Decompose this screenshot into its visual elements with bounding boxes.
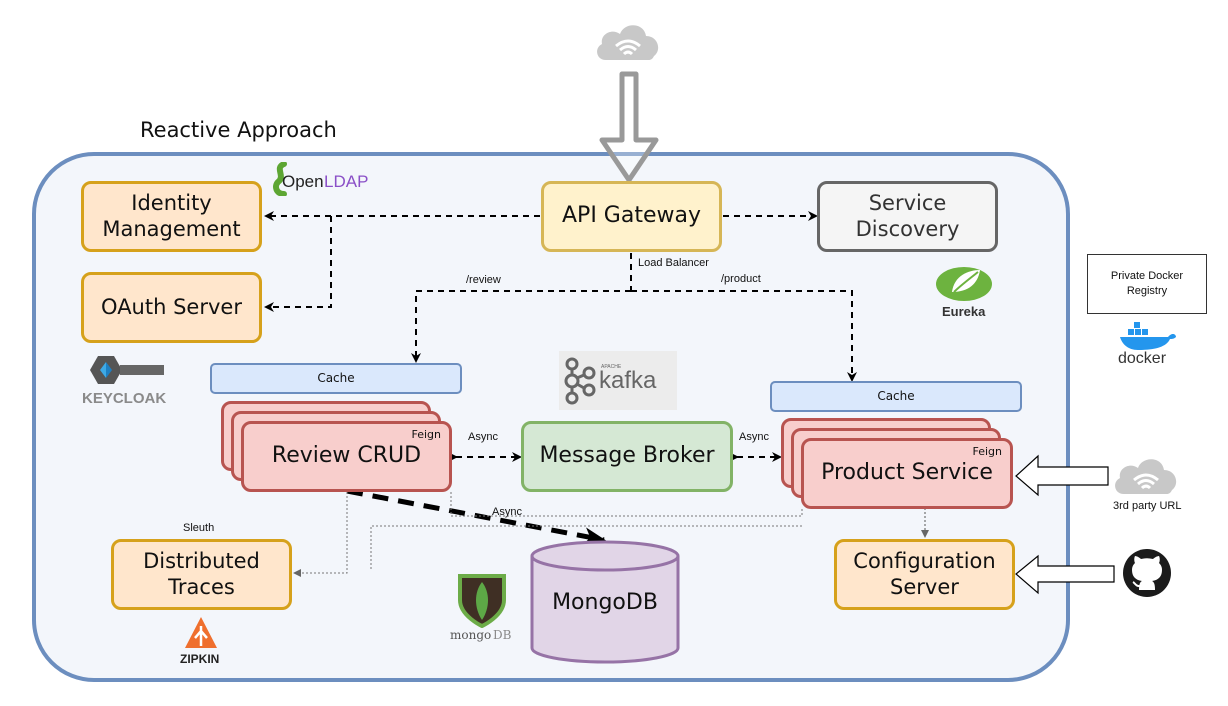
edge-github-config	[1015, 554, 1115, 595]
edge-review-traces	[293, 492, 348, 577]
keycloak-key-icon	[90, 356, 164, 384]
keycloak-logo: KEYCLOAK	[82, 352, 172, 412]
api-gateway-node[interactable]: API Gateway	[541, 181, 722, 252]
edge-thirdparty-product	[1015, 454, 1109, 497]
mongodb-leaf-icon	[458, 574, 506, 628]
docker-logo: docker	[1116, 320, 1180, 370]
ingress-arrow	[599, 71, 659, 183]
configuration-server-node[interactable]: Configuration Server	[834, 539, 1015, 610]
edge-gateway-oauth	[264, 216, 332, 312]
third-party-cloud-icon[interactable]	[1110, 450, 1182, 498]
label-async-review: Async	[468, 431, 498, 443]
mongodb-logo: mongo DB	[448, 572, 518, 648]
github-icon[interactable]	[1122, 548, 1172, 598]
oauth-server-node[interactable]: OAuth Server	[81, 272, 262, 343]
openldap-logo: Open LDAP	[272, 161, 368, 200]
review-crud-node[interactable]: Feign Review CRUD	[241, 421, 452, 492]
internet-cloud-icon	[597, 25, 659, 60]
review-feign-tag: Feign	[411, 428, 441, 441]
kafka-logo: APACHE kafka	[559, 351, 677, 410]
identity-management-node[interactable]: Identity Management	[81, 181, 262, 252]
label-review-route: /review	[466, 274, 501, 286]
product-service-label: Product Service	[821, 460, 993, 486]
label-async-db: Async	[492, 506, 522, 518]
label-load-balancer: Load Balancer	[638, 257, 709, 269]
private-docker-registry-node[interactable]: Private Docker Registry	[1087, 254, 1207, 314]
mongodb-node[interactable]: MongoDB	[532, 590, 678, 615]
docker-whale-icon	[1120, 322, 1176, 350]
eureka-logo: Eureka	[934, 262, 998, 322]
kafka-nodes-icon	[564, 357, 596, 405]
zipkin-icon	[185, 617, 217, 648]
product-feign-tag: Feign	[972, 445, 1002, 458]
distributed-traces-node[interactable]: Distributed Traces	[111, 539, 292, 610]
review-crud-label: Review CRUD	[271, 443, 422, 469]
service-discovery-node[interactable]: Service Discovery	[817, 181, 998, 252]
label-product-route: /product	[721, 273, 761, 285]
product-cache-node[interactable]: Cache	[770, 381, 1022, 412]
label-third-party-url: 3rd party URL	[1113, 500, 1182, 512]
label-sleuth: Sleuth	[183, 522, 215, 534]
product-service-node[interactable]: Feign Product Service	[801, 438, 1013, 509]
label-async-product: Async	[739, 431, 769, 443]
message-broker-node[interactable]: Message Broker	[521, 421, 733, 492]
zipkin-logo: ZIPKIN	[176, 616, 230, 668]
review-cache-node[interactable]: Cache	[210, 363, 462, 394]
spring-leaf-icon	[936, 267, 992, 301]
